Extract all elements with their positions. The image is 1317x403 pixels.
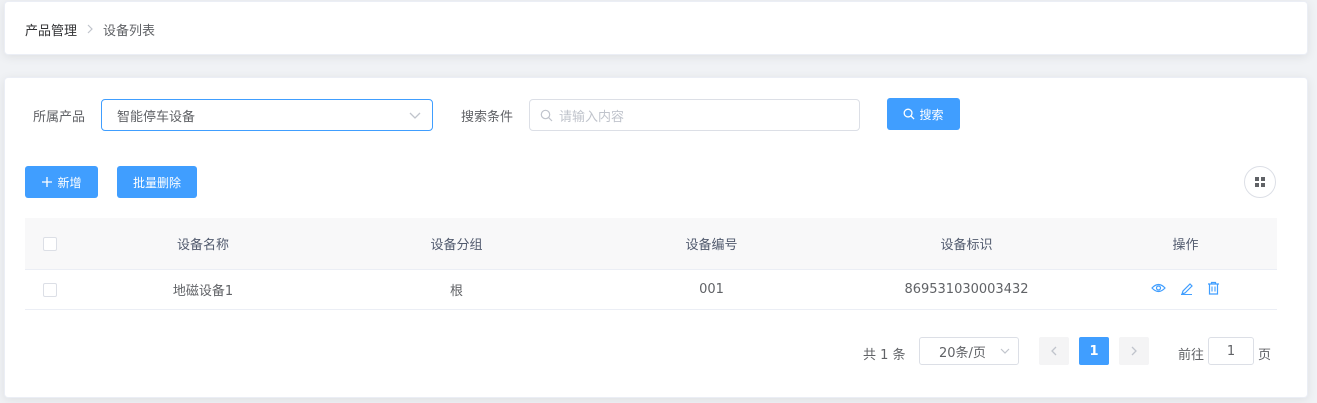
search-icon <box>540 109 553 121</box>
cell-device-group: 根 <box>449 284 463 299</box>
edit-icon[interactable] <box>1180 281 1193 299</box>
page-size-value: 20条/页 <box>939 345 986 361</box>
next-page-button[interactable] <box>1119 337 1149 365</box>
page-number-current[interactable]: 1 <box>1079 337 1109 365</box>
search-label: 搜索条件 <box>461 110 514 125</box>
batch-delete-label: 批量删除 <box>132 175 181 190</box>
select-all-checkbox[interactable] <box>43 236 57 251</box>
header-device-name: 设备名称 <box>176 238 229 253</box>
cell-device-number: 001 <box>699 282 724 297</box>
chevron-right-icon <box>86 23 94 37</box>
table-row: 地磁设备1 根 001 869531030003432 <box>25 270 1277 310</box>
add-button[interactable]: 新增 <box>25 166 98 198</box>
total-count: 共 1 条 <box>863 348 906 363</box>
cell-operations <box>1094 281 1277 299</box>
search-placeholder: 请输入内容 <box>559 109 625 125</box>
goto-suffix: 页 <box>1258 348 1272 363</box>
cell-device-name: 地磁设备1 <box>172 284 234 299</box>
page-size-select[interactable]: 20条/页 <box>919 337 1019 365</box>
header-device-number: 设备编号 <box>685 238 738 253</box>
eye-icon[interactable] <box>1151 282 1166 298</box>
row-select-cell <box>25 282 77 297</box>
chevron-right-icon <box>1131 346 1137 356</box>
chevron-left-icon <box>1051 346 1057 356</box>
breadcrumb-card: 产品管理 设备列表 <box>4 1 1308 55</box>
plus-icon <box>42 177 53 187</box>
device-list-card: 所属产品 智能停车设备 搜索条件 请输入内容 搜索 新增 批量删除 设备名称 设… <box>4 77 1308 398</box>
column-settings-button[interactable] <box>1244 166 1276 198</box>
cell-device-identifier: 869531030003432 <box>904 282 1029 297</box>
header-device-group: 设备分组 <box>430 238 483 253</box>
header-device-identifier: 设备标识 <box>940 238 993 253</box>
search-input[interactable]: 请输入内容 <box>529 99 860 131</box>
search-button[interactable]: 搜索 <box>887 98 960 130</box>
search-icon <box>904 108 916 120</box>
delete-icon[interactable] <box>1207 281 1220 299</box>
product-select-value: 智能停车设备 <box>117 109 196 125</box>
table-header: 设备名称 设备分组 设备编号 设备标识 操作 <box>25 218 1277 270</box>
select-all-cell <box>25 236 77 251</box>
chevron-down-icon <box>408 108 422 122</box>
goto-prefix: 前往 <box>1178 348 1205 363</box>
pagination: 共 1 条 20条/页 1 前往 页 <box>5 337 1309 367</box>
add-button-label: 新增 <box>57 175 82 190</box>
breadcrumb-item-device-list: 设备列表 <box>103 24 156 39</box>
batch-delete-button[interactable]: 批量删除 <box>117 166 197 198</box>
row-checkbox[interactable] <box>43 282 57 297</box>
breadcrumb-item-product-management[interactable]: 产品管理 <box>25 20 77 39</box>
goto-page-input[interactable] <box>1208 337 1254 365</box>
chevron-down-icon <box>999 345 1011 361</box>
grid-icon <box>1255 177 1265 187</box>
device-table: 设备名称 设备分组 设备编号 设备标识 操作 地磁设备1 根 001 86953… <box>25 218 1277 310</box>
breadcrumb: 产品管理 设备列表 <box>25 20 155 39</box>
search-button-label: 搜索 <box>919 107 944 122</box>
product-label: 所属产品 <box>33 110 86 125</box>
prev-page-button[interactable] <box>1039 337 1069 365</box>
header-operations: 操作 <box>1172 238 1199 253</box>
product-select[interactable]: 智能停车设备 <box>101 99 433 131</box>
